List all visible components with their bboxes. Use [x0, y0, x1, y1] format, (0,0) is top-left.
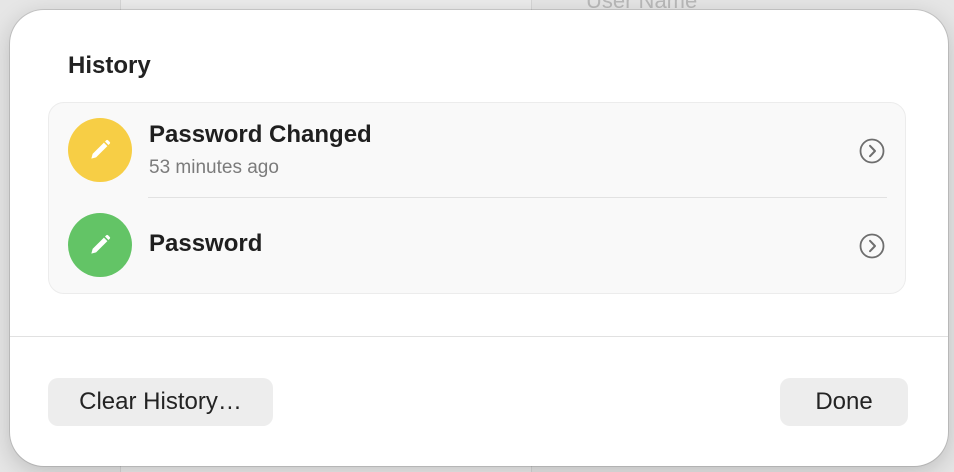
sheet-title: History — [68, 52, 151, 79]
history-item-title: Password — [149, 230, 263, 257]
pencil-icon — [91, 234, 111, 254]
history-item-badge — [68, 213, 132, 277]
history-item-password[interactable]: Password — [49, 198, 905, 292]
chevron-right-circle-icon[interactable] — [859, 233, 885, 259]
clear-history-button[interactable]: Clear History… — [48, 378, 273, 426]
history-item-title: Password Changed — [149, 121, 372, 148]
history-item-password-changed[interactable]: Password Changed 53 minutes ago — [49, 103, 905, 197]
history-item-badge — [68, 118, 132, 182]
chevron-right-circle-icon[interactable] — [859, 138, 885, 164]
footer-divider — [10, 336, 948, 337]
pencil-icon — [91, 139, 111, 159]
history-sheet: History Password Changed 53 minutes ago — [10, 10, 948, 466]
done-button[interactable]: Done — [780, 378, 908, 426]
history-item-timestamp: 53 minutes ago — [149, 157, 279, 178]
history-list: Password Changed 53 minutes ago Password — [48, 102, 906, 294]
